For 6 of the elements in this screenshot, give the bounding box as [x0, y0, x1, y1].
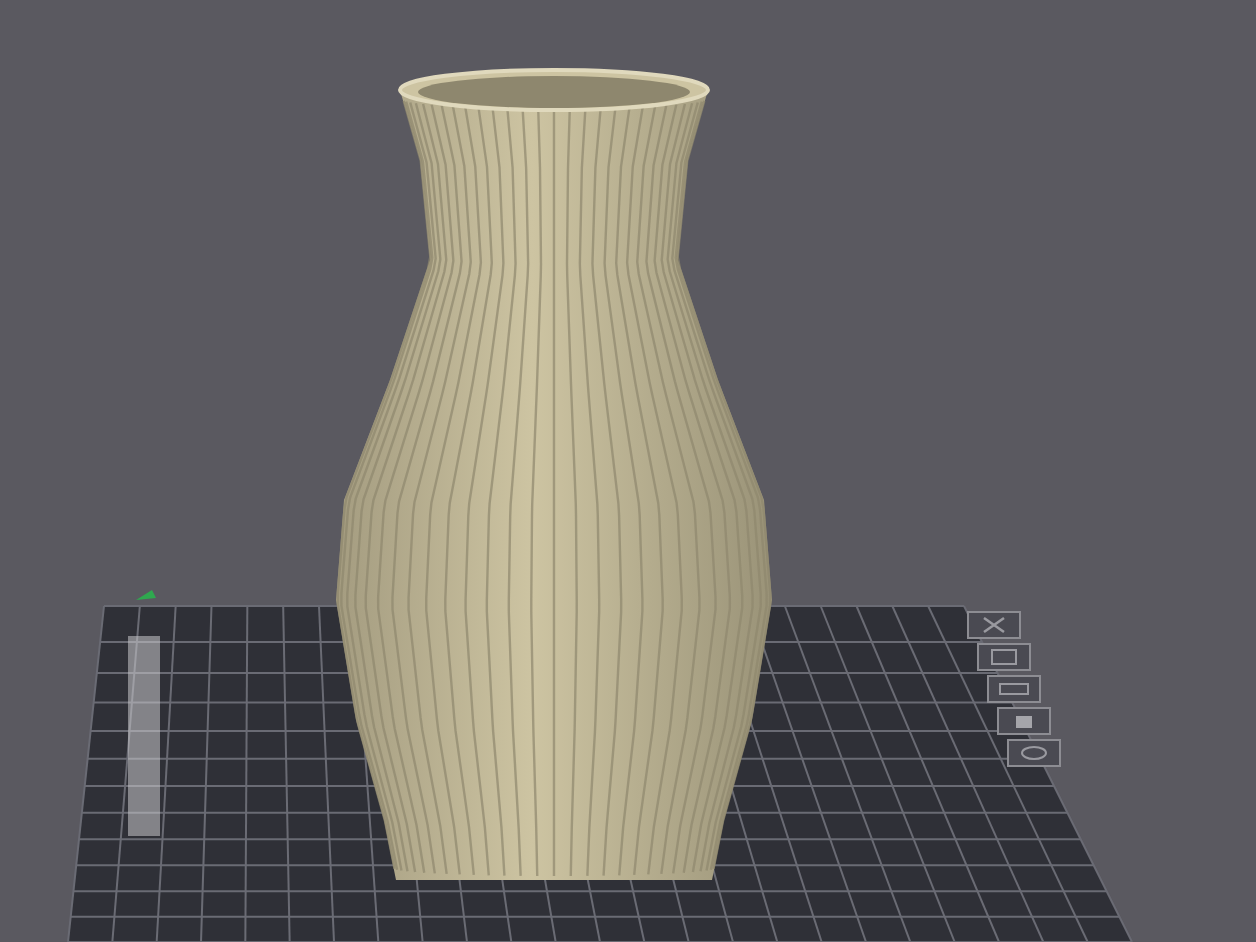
- panel-button[interactable]: [987, 675, 1041, 703]
- vase-model[interactable]: [336, 68, 772, 880]
- origin-icon: [136, 590, 156, 600]
- frame-button[interactable]: [977, 643, 1031, 671]
- close-button[interactable]: [967, 611, 1021, 639]
- eye-button[interactable]: [1007, 739, 1061, 767]
